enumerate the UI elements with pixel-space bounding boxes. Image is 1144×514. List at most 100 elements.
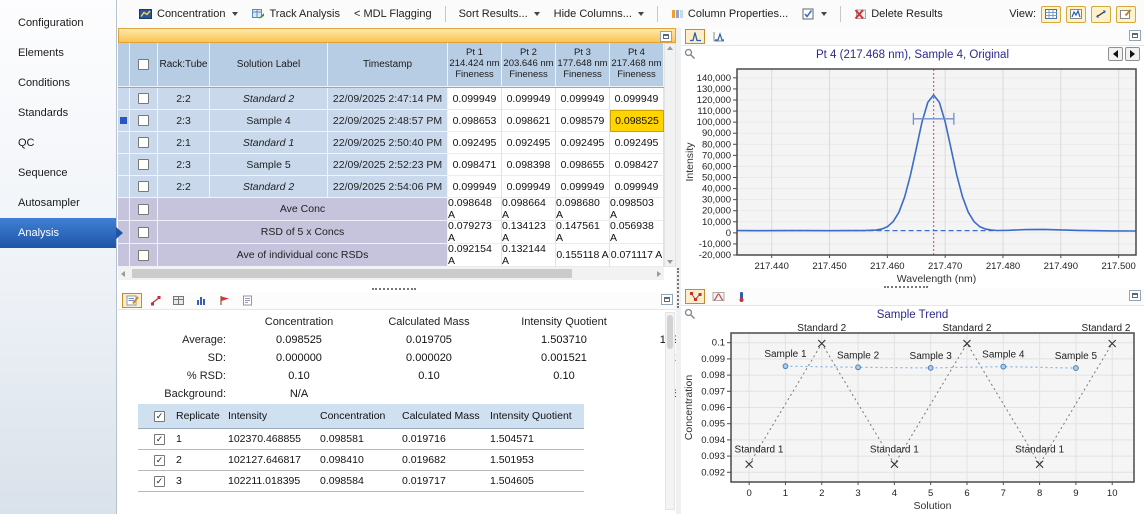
value-cell[interactable]: 0.099949 (448, 88, 502, 110)
value-cell[interactable]: 0.099949 (556, 176, 610, 198)
column-header-pt-4[interactable]: Pt 4217.468 nmFineness (610, 43, 664, 87)
mdl-flagging-button[interactable]: < MDL Flagging (347, 4, 439, 24)
column-header-pt-1[interactable]: Pt 1214.424 nmFineness (448, 43, 502, 87)
spectra-view-button[interactable] (685, 29, 705, 44)
solution-label-cell[interactable]: Sample 4 (210, 110, 328, 132)
timestamp-cell[interactable]: 22/09/2025 2:48:57 PM (328, 110, 448, 132)
value-cell[interactable]: 0.098621 (502, 110, 556, 132)
header-checkbox-cell[interactable] (130, 43, 158, 87)
replicate-row[interactable]: 1102370.4688550.0985810.0197161.504571 (138, 429, 584, 450)
sidebar-item-qc[interactable]: QC (0, 128, 116, 158)
collapse-panel-button[interactable] (660, 31, 672, 42)
row-checkbox-cell[interactable] (130, 221, 158, 244)
timestamp-cell[interactable]: 22/09/2025 2:54:06 PM (328, 176, 448, 198)
row-checkbox[interactable] (138, 250, 149, 261)
value-cell[interactable]: 0.092495 (610, 132, 664, 154)
table-row[interactable]: 2:2Standard 222/09/2025 2:47:14 PM0.0999… (118, 88, 664, 110)
hide-columns-button[interactable]: Hide Columns... (547, 4, 651, 24)
details-scrollbar[interactable] (665, 312, 675, 510)
vertical-scrollbar[interactable] (664, 43, 676, 267)
rack-tube-cell[interactable]: 2:3 (158, 110, 210, 132)
column-properties-button[interactable]: Column Properties... (664, 4, 795, 24)
row-checkbox-cell[interactable] (130, 176, 158, 198)
trend-view-button[interactable] (685, 289, 705, 304)
collapse-panel-button[interactable] (661, 294, 673, 305)
value-cell[interactable]: 0.098398 (502, 154, 556, 176)
previous-spectrum-button[interactable] (1108, 47, 1123, 61)
view-edit-button[interactable] (1116, 6, 1136, 23)
concentration-button[interactable]: Concentration (132, 4, 245, 24)
value-cell[interactable]: 0.098655 (556, 154, 610, 176)
row-selector-cell[interactable] (118, 110, 130, 132)
view-table-button[interactable] (1041, 6, 1061, 23)
column-header-rack-tube[interactable]: Rack:Tube (158, 43, 210, 87)
info-button[interactable] (237, 293, 257, 308)
overlay-spectra-button[interactable] (708, 29, 728, 44)
row-checkbox-cell[interactable] (130, 132, 158, 154)
row-selector-cell[interactable] (118, 88, 130, 110)
solution-label-cell[interactable]: Standard 1 (210, 132, 328, 154)
table-row[interactable]: 2:3Sample 422/09/2025 2:48:57 PM0.098653… (118, 110, 664, 132)
row-selector-cell[interactable] (118, 176, 130, 198)
column-header-solution-label[interactable]: Solution Label (210, 43, 328, 87)
vertical-splitter-handle[interactable] (677, 268, 679, 308)
row-checkbox-cell[interactable] (130, 88, 158, 110)
replicates-select-all-cell[interactable] (152, 410, 174, 422)
sidebar-item-analysis[interactable]: Analysis (0, 218, 116, 248)
sidebar-item-elements[interactable]: Elements (0, 38, 116, 68)
sidebar-item-configuration[interactable]: Configuration (0, 8, 116, 38)
solution-label-cell[interactable]: Standard 2 (210, 176, 328, 198)
row-checkbox[interactable] (138, 159, 149, 170)
row-checkbox[interactable] (138, 204, 149, 215)
next-spectrum-button[interactable] (1125, 47, 1140, 61)
sidebar-item-sequence[interactable]: Sequence (0, 158, 116, 188)
solution-label-cell[interactable]: Sample 5 (210, 154, 328, 176)
value-cell[interactable]: 0.099949 (448, 176, 502, 198)
summary-row[interactable]: Ave Conc0.098648 A0.098664 A0.098680 A0.… (118, 198, 664, 221)
sidebar-item-autosampler[interactable]: Autosampler (0, 188, 116, 218)
horizontal-splitter-handle[interactable] (884, 286, 928, 288)
replicate-checkbox-cell[interactable] (152, 433, 174, 445)
column-header-timestamp[interactable]: Timestamp (328, 43, 448, 87)
timestamp-cell[interactable]: 22/09/2025 2:47:14 PM (328, 88, 448, 110)
rack-tube-cell[interactable]: 2:2 (158, 176, 210, 198)
value-cell[interactable]: 0.099949 (502, 176, 556, 198)
table-button[interactable] (168, 293, 188, 308)
scrollbar-thumb[interactable] (667, 315, 673, 349)
value-cell[interactable]: 0.099949 (610, 176, 664, 198)
value-cell[interactable]: 0.092495 (556, 132, 610, 154)
rack-tube-cell[interactable]: 2:2 (158, 88, 210, 110)
rack-tube-cell[interactable]: 2:1 (158, 132, 210, 154)
scroll-up-icon[interactable] (667, 46, 673, 50)
row-checkbox-cell[interactable] (130, 110, 158, 132)
row-checkbox-cell[interactable] (130, 198, 158, 221)
distribution-button[interactable] (708, 289, 728, 304)
track-analysis-button[interactable]: Track Analysis (245, 4, 348, 24)
thermometer-button[interactable] (731, 289, 751, 304)
replicate-checkbox[interactable] (154, 455, 165, 466)
row-checkbox-cell[interactable] (130, 244, 158, 267)
calibration-curve-button[interactable] (145, 293, 165, 308)
summary-row[interactable]: RSD of 5 x Concs0.079273 A0.134123 A0.14… (118, 221, 664, 244)
timestamp-cell[interactable]: 22/09/2025 2:52:23 PM (328, 154, 448, 176)
histogram-button[interactable] (191, 293, 211, 308)
replicate-checkbox-cell[interactable] (152, 475, 174, 487)
view-chart-button[interactable] (1066, 6, 1086, 23)
flag-button[interactable] (214, 293, 234, 308)
collapse-panel-button[interactable] (1129, 290, 1141, 301)
scroll-right-icon[interactable] (657, 271, 661, 277)
value-cell[interactable]: 0.092495 (448, 132, 502, 154)
magnifier-icon[interactable] (684, 308, 696, 320)
checkbox-menu-button[interactable] (795, 4, 834, 24)
magnifier-icon[interactable] (684, 48, 696, 60)
row-checkbox-cell[interactable] (130, 154, 158, 176)
value-cell[interactable]: 0.098427 (610, 154, 664, 176)
value-cell[interactable]: 0.099949 (502, 88, 556, 110)
value-cell[interactable]: 0.098471 (448, 154, 502, 176)
sidebar-item-standards[interactable]: Standards (0, 98, 116, 128)
collapse-panel-button[interactable] (1129, 30, 1141, 41)
value-cell[interactable]: 0.098653 (448, 110, 502, 132)
view-expand-button[interactable] (1091, 6, 1111, 23)
row-checkbox[interactable] (138, 181, 149, 192)
row-checkbox[interactable] (138, 137, 149, 148)
